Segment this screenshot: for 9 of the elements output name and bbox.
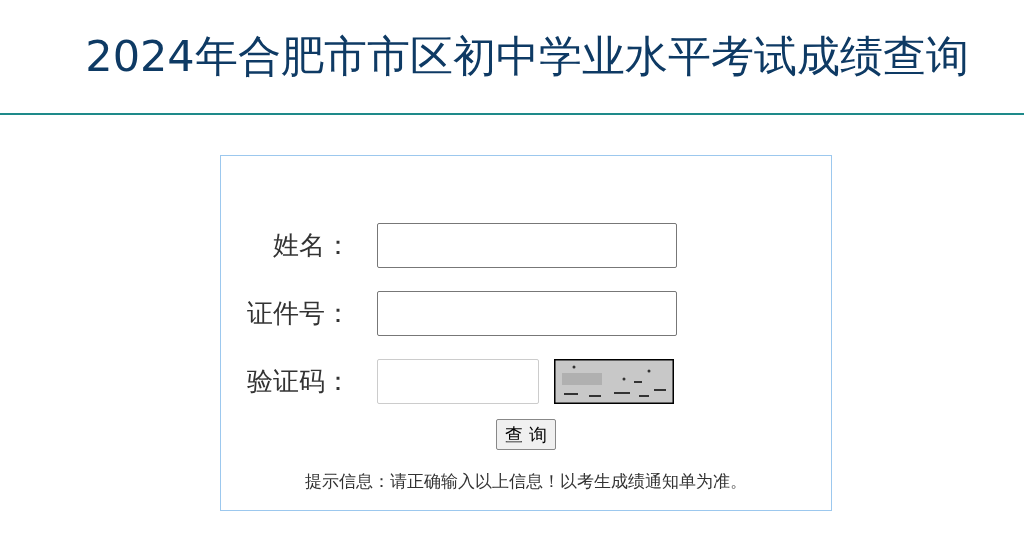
field-label: 证件号： bbox=[246, 297, 351, 330]
field-label: 验证码： bbox=[246, 365, 351, 398]
hint-text: 提示信息：请正确输入以上信息！以考生成绩通知单为准。 bbox=[305, 470, 747, 493]
page-title: 2024年合肥市市区初中学业水平考试成绩查询 bbox=[84, 29, 969, 83]
input-field[interactable] bbox=[377, 291, 677, 336]
query-button[interactable]: 查 询 bbox=[496, 419, 556, 450]
input-field[interactable] bbox=[377, 223, 677, 268]
captcha-field[interactable] bbox=[377, 359, 539, 404]
field-label: 姓名： bbox=[272, 229, 351, 262]
